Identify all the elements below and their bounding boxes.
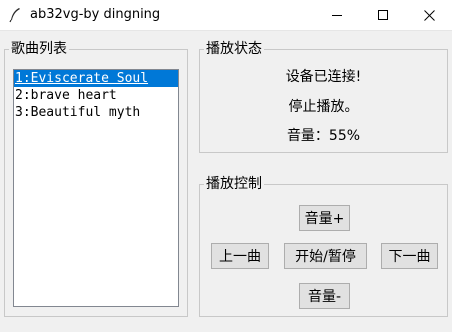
volume-down-button[interactable]: 音量- xyxy=(299,283,350,309)
control-group: 播放控制 音量+ 上一曲 开始/暂停 下一曲 音量- xyxy=(199,175,448,317)
title-bar[interactable]: ab32vg-by dingning xyxy=(0,0,452,31)
window-title: ab32vg-by dingning xyxy=(30,7,161,22)
feather-icon xyxy=(8,7,22,23)
playlist-item[interactable]: 3:Beautiful myth xyxy=(14,104,178,121)
playlist-item[interactable]: 2:brave heart xyxy=(14,87,178,104)
status-group-label: 播放状态 xyxy=(204,40,264,58)
close-icon xyxy=(423,9,435,21)
minimize-icon xyxy=(332,15,342,16)
status-group: 播放状态 设备已连接! 停止播放。 音量：55% xyxy=(199,40,448,153)
playlist-listbox[interactable]: 1:Eviscerate Soul 2:brave heart 3:Beauti… xyxy=(13,69,179,307)
control-group-label: 播放控制 xyxy=(204,175,264,193)
playlist-group: 歌曲列表 1:Eviscerate Soul 2:brave heart 3:B… xyxy=(4,40,188,317)
play-pause-button[interactable]: 开始/暂停 xyxy=(284,243,367,269)
volume-status: 音量：55% xyxy=(286,128,361,144)
maximize-icon xyxy=(378,10,388,20)
maximize-button[interactable] xyxy=(360,0,406,30)
close-button[interactable] xyxy=(406,0,452,30)
volume-up-button[interactable]: 音量+ xyxy=(299,205,350,231)
app-window: ab32vg-by dingning 歌曲列表 1:Eviscerate Sou… xyxy=(0,0,452,332)
next-track-button[interactable]: 下一曲 xyxy=(381,243,438,269)
previous-track-button[interactable]: 上一曲 xyxy=(211,243,269,269)
playback-status: 停止播放。 xyxy=(288,99,359,115)
minimize-button[interactable] xyxy=(314,0,360,30)
playlist-group-label: 歌曲列表 xyxy=(9,40,69,58)
playlist-item[interactable]: 1:Eviscerate Soul xyxy=(14,70,178,87)
connection-status: 设备已连接! xyxy=(285,69,362,85)
